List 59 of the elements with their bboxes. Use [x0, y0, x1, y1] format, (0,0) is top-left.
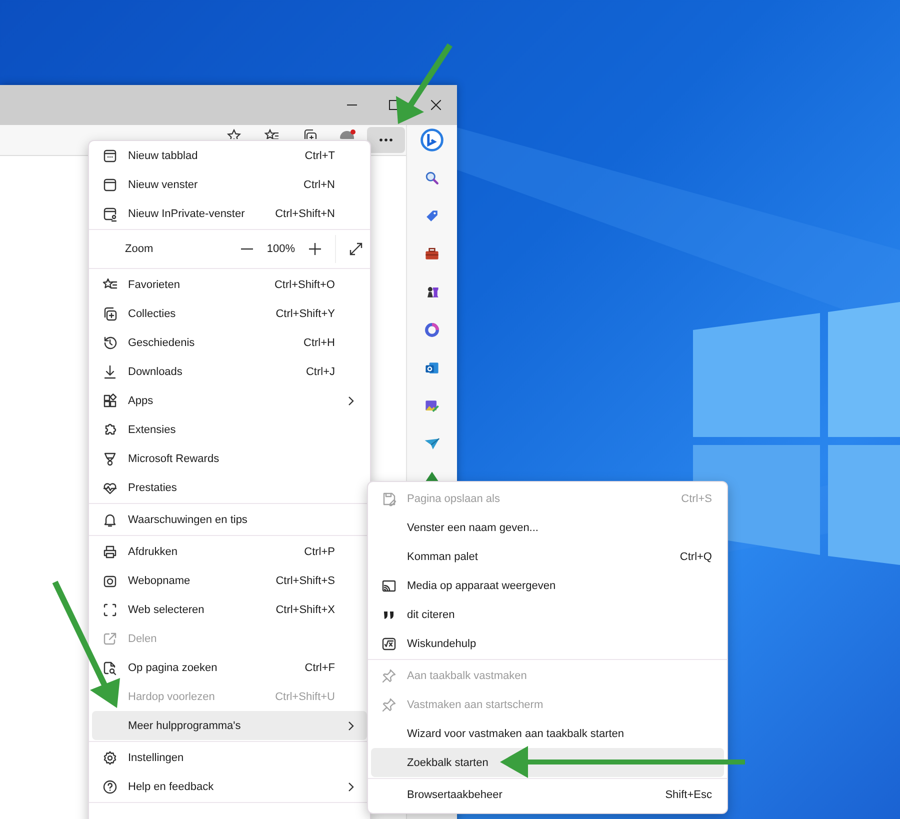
- tab-icon: [102, 148, 118, 164]
- menu-item[interactable]: Help en feedback: [92, 772, 367, 801]
- menu-item[interactable]: Nieuw venster Ctrl+N: [92, 170, 367, 199]
- profile-button[interactable]: [338, 128, 358, 139]
- more-button[interactable]: [367, 127, 405, 153]
- menu-item[interactable]: Webopname Ctrl+Shift+S: [92, 566, 367, 595]
- ring-icon: [423, 321, 441, 339]
- expand-icon: [349, 242, 363, 256]
- menu-item[interactable]: Favorieten Ctrl+Shift+O: [92, 270, 367, 299]
- menu-item[interactable]: Waarschuwingen en tips: [92, 505, 367, 534]
- menu-item[interactable]: Meer hulpprogramma's: [92, 711, 367, 740]
- menu-item[interactable]: Wiskundehulp: [371, 629, 724, 658]
- cast-icon: [381, 578, 397, 594]
- bing-chat-button[interactable]: [419, 127, 445, 153]
- menu-item[interactable]: dit citeren: [371, 600, 724, 629]
- menu-item[interactable]: Collecties Ctrl+Shift+Y: [92, 299, 367, 328]
- select-icon: [102, 602, 118, 618]
- pin-icon: [381, 696, 397, 712]
- zoom-label: Zoom: [125, 243, 154, 255]
- menu-item[interactable]: Browsertaakbeheer Shift+Esc: [371, 780, 724, 809]
- save-icon: [381, 490, 397, 506]
- menu-item[interactable]: Op pagina zoeken Ctrl+F: [92, 653, 367, 682]
- page-search-icon: [102, 660, 118, 676]
- menu-item[interactable]: Wizard voor vastmaken aan taakbalk starten: [371, 719, 724, 748]
- trophy-icon: [102, 450, 118, 466]
- menu-item[interactable]: Downloads Ctrl+J: [92, 357, 367, 386]
- more-icon: [379, 138, 393, 142]
- plus-icon: [308, 242, 322, 256]
- menu-item[interactable]: Media op apparaat weergeven: [371, 571, 724, 600]
- printer-icon: [102, 544, 118, 560]
- apps-icon: [102, 392, 118, 408]
- help-icon: [102, 778, 118, 794]
- menu-item[interactable]: Microsoft Rewards: [92, 444, 367, 473]
- search-icon: [423, 169, 441, 187]
- menu-item[interactable]: Nieuw tabblad Ctrl+T: [92, 141, 367, 170]
- menu-item[interactable]: Komman palet Ctrl+Q: [371, 542, 724, 571]
- close-icon: [431, 100, 441, 110]
- private-window-icon: [102, 206, 118, 222]
- window-icon: [102, 176, 118, 192]
- menu-item[interactable]: Prestaties: [92, 473, 367, 502]
- bell-icon: [102, 512, 118, 528]
- download-icon: [102, 364, 118, 380]
- settings-icon: [102, 750, 118, 766]
- bing-chat-icon: [420, 128, 444, 152]
- share-icon: [102, 630, 118, 646]
- history-icon: [102, 334, 118, 350]
- menu-item[interactable]: Web selecteren Ctrl+Shift+X: [92, 595, 367, 624]
- collections-icon: [102, 306, 118, 322]
- math-icon: [381, 636, 397, 652]
- favorite-button[interactable]: [224, 128, 244, 139]
- menu-item[interactable]: Extensies: [92, 415, 367, 444]
- menu-item[interactable]: Geschiedenis Ctrl+H: [92, 328, 367, 357]
- zoom-value: 100%: [266, 243, 296, 255]
- pin-icon: [381, 668, 397, 684]
- menu-item[interactable]: Nieuw InPrivate-venster Ctrl+Shift+N: [92, 199, 367, 228]
- menu-item[interactable]: Afdrukken Ctrl+P: [92, 537, 367, 566]
- menu-item[interactable]: Instellingen: [92, 743, 367, 772]
- menu-item[interactable]: Venster een naam geven...: [371, 513, 724, 542]
- menu-item[interactable]: Apps: [92, 386, 367, 415]
